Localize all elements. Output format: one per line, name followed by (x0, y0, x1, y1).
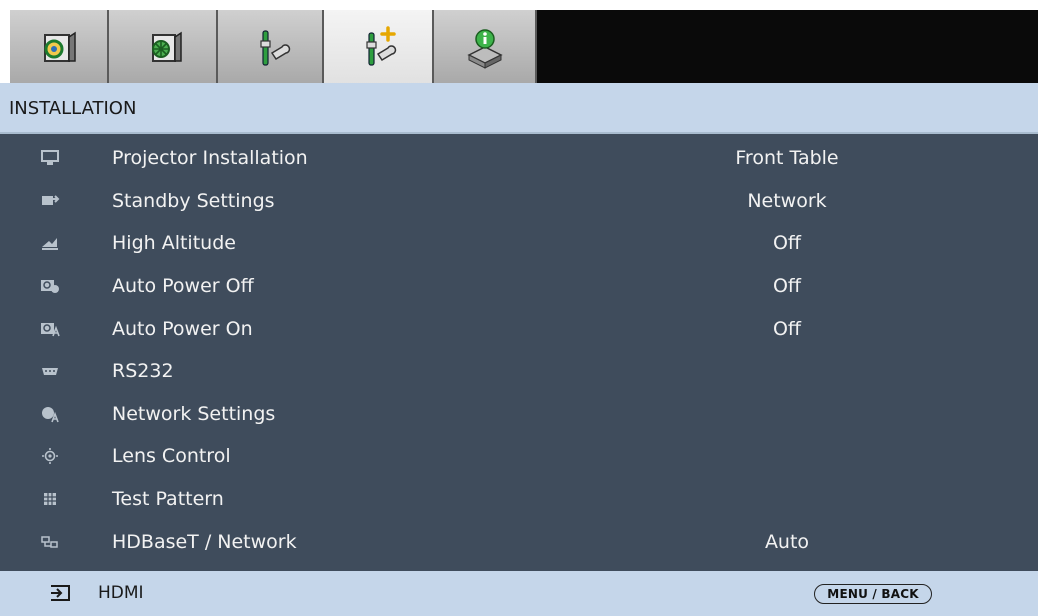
installation-menu-list: Projector Installation Front Table Stand… (0, 134, 1038, 571)
information-icon (466, 28, 503, 69)
network-settings-icon (39, 405, 61, 423)
tab-information[interactable] (434, 10, 537, 83)
status-footer: HDMI MENU / BACK (0, 571, 1038, 616)
menu-item-standby-settings[interactable]: Standby Settings Network (0, 180, 1038, 223)
menu-item-label: RS232 (112, 360, 174, 383)
menu-item-label: Test Pattern (112, 488, 224, 511)
lens-control-icon (39, 447, 61, 465)
input-source-icon (51, 585, 70, 601)
tab-bar (0, 0, 1038, 84)
tab-bar-filler (537, 10, 1038, 83)
standby-settings-icon (39, 192, 61, 210)
test-pattern-icon (39, 490, 61, 508)
page-title: INSTALLATION (9, 97, 137, 119)
menu-item-label: Lens Control (112, 445, 231, 468)
menu-item-rs232[interactable]: RS232 (0, 350, 1038, 393)
auto-power-off-icon (39, 277, 61, 295)
menu-item-label: Auto Power Off (112, 275, 254, 298)
menu-item-high-altitude[interactable]: High Altitude Off (0, 222, 1038, 265)
tab-image-settings[interactable] (109, 10, 218, 83)
menu-item-value: Front Table (735, 147, 839, 170)
projector-installation-icon (39, 149, 61, 167)
menu-back-button[interactable]: MENU / BACK (814, 584, 932, 604)
auto-power-on-icon (39, 320, 61, 338)
picture-icon (43, 31, 76, 62)
setup-tools-icon (260, 29, 291, 66)
projector-osd-menu: INSTALLATION Projector Installation Fron… (0, 0, 1038, 616)
menu-item-lens-control[interactable]: Lens Control (0, 435, 1038, 478)
rs232-icon (39, 362, 61, 380)
menu-item-value: Network (747, 189, 827, 212)
menu-header: INSTALLATION (0, 83, 1038, 133)
hdbaset-network-icon (39, 533, 61, 551)
menu-item-network-settings[interactable]: Network Settings (0, 393, 1038, 436)
tab-setup[interactable] (218, 10, 324, 83)
menu-item-label: Projector Installation (112, 147, 308, 170)
high-altitude-icon (39, 234, 61, 252)
menu-item-value: Auto (764, 530, 810, 553)
menu-item-value: Off (772, 232, 802, 255)
menu-item-label: Standby Settings (112, 189, 275, 212)
menu-item-test-pattern[interactable]: Test Pattern (0, 478, 1038, 521)
tab-installation[interactable] (324, 10, 434, 84)
menu-item-label: HDBaseT / Network (112, 530, 297, 553)
menu-item-auto-power-on[interactable]: Auto Power On Off (0, 307, 1038, 350)
menu-item-label: Network Settings (112, 402, 276, 425)
menu-item-value: Off (772, 317, 802, 340)
menu-item-value: Off (772, 275, 802, 298)
menu-item-auto-power-off[interactable]: Auto Power Off Off (0, 265, 1038, 308)
menu-item-label: Auto Power On (112, 317, 253, 340)
tab-picture[interactable] (10, 10, 109, 83)
current-source-label: HDMI (98, 583, 144, 603)
image-settings-icon (151, 31, 182, 62)
installation-tools-icon (366, 26, 397, 66)
menu-item-hdbaset-network[interactable]: HDBaseT / Network Auto (0, 520, 1038, 563)
menu-item-label: High Altitude (112, 232, 236, 255)
menu-item-projector-installation[interactable]: Projector Installation Front Table (0, 137, 1038, 180)
